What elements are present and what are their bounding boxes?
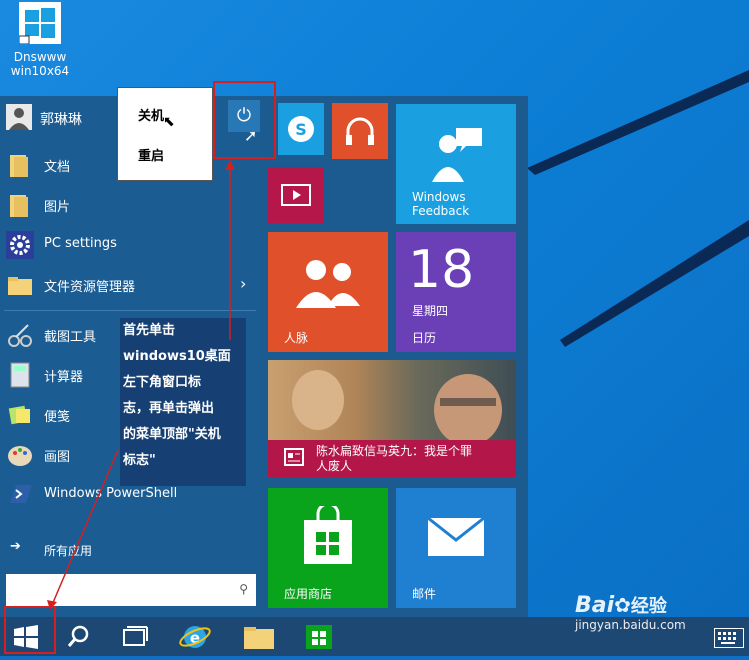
mail-tile[interactable]: 邮件 — [396, 488, 516, 608]
highlight-box-start — [4, 606, 56, 654]
calendar-weekday: 星期四 — [412, 304, 449, 318]
calendar-label: 日历 — [412, 331, 437, 345]
watermark-brand: Bai — [575, 593, 615, 618]
video-icon — [281, 184, 311, 206]
feedback-label-line2: Feedback — [412, 204, 470, 218]
feedback-label-line1: Windows — [412, 190, 466, 204]
search-icon — [67, 625, 89, 647]
video-tile[interactable] — [268, 167, 324, 223]
calendar-day: 18 — [408, 240, 475, 300]
internet-explorer-button[interactable]: e — [172, 617, 218, 656]
mail-icon — [428, 518, 484, 556]
watermark-brand2: 经验 — [630, 596, 667, 617]
watermark-url: jingyan.baidu.com — [575, 618, 686, 632]
task-view-icon — [123, 626, 148, 646]
store-tile[interactable]: 应用商店 — [268, 488, 388, 608]
store-bag-icon — [306, 625, 332, 649]
music-tile[interactable] — [332, 103, 388, 159]
file-explorer-button[interactable] — [236, 617, 282, 656]
people-tile[interactable]: 人脉 — [268, 232, 388, 352]
paw-icon: ✿ — [614, 593, 631, 617]
news-tile[interactable]: 陈水扁致信马英九：我是个罪 人废人 — [268, 360, 516, 478]
news-photo-figures — [292, 370, 502, 446]
people-icon — [296, 260, 360, 308]
taskbar-search-button[interactable] — [56, 617, 102, 656]
store-bag-icon — [304, 506, 352, 564]
keyboard-icon[interactable] — [714, 628, 744, 648]
news-headline: 陈水扁致信马英九：我是个罪 人废人 — [316, 444, 472, 474]
windows-feedback-tile[interactable]: Windows Feedback — [396, 104, 516, 224]
skype-icon: S — [288, 116, 314, 142]
news-headline-line2: 人废人 — [316, 459, 353, 473]
feedback-label: Windows Feedback — [412, 190, 469, 218]
calendar-tile[interactable]: 18 星期四 日历 — [396, 232, 516, 352]
news-headline-line1: 陈水扁致信马英九：我是个罪 — [316, 444, 473, 458]
internet-explorer-icon: e — [179, 626, 211, 648]
store-taskbar-button[interactable] — [296, 617, 342, 656]
task-view-button[interactable] — [112, 617, 158, 656]
folder-icon — [244, 627, 274, 649]
skype-tile[interactable]: S — [278, 103, 324, 155]
store-label: 应用商店 — [284, 587, 333, 601]
feedback-icon — [432, 128, 482, 182]
mail-label: 邮件 — [412, 587, 437, 601]
baidu-watermark: Bai✿经验 jingyan.baidu.com — [575, 592, 686, 632]
people-label: 人脉 — [284, 331, 309, 345]
headphones-icon — [346, 117, 374, 145]
svg-text:S: S — [295, 120, 307, 139]
news-icon — [284, 448, 304, 466]
news-photo — [268, 360, 516, 446]
